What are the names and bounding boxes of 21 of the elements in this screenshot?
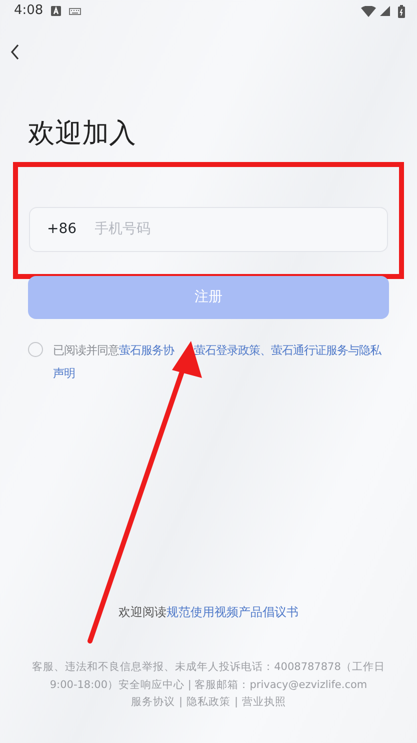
separator: | [178, 696, 182, 708]
back-icon[interactable] [10, 44, 20, 60]
keyboard-icon [69, 8, 82, 14]
page-title: 欢迎加入 [28, 118, 137, 150]
country-code[interactable]: +86 [47, 219, 77, 240]
footer-text: 9:00-18:00）安全响应中心 | 客服邮箱：privacy@ezvizlife.com [48, 678, 368, 692]
battery-icon [398, 4, 405, 18]
separator: | [234, 696, 238, 708]
signal-icon [380, 6, 390, 16]
initiative-link[interactable]: 规范使用视频产品倡议书 [166, 605, 298, 619]
footer-text: 客服、违法和不良信息举报、未成年人投诉电话：4008787878（工作日 [31, 660, 386, 675]
initiative-text: 欢迎阅读 [118, 605, 166, 619]
footer-link[interactable]: 服务协议 [130, 696, 175, 708]
footer-link[interactable]: 营业执照 [242, 696, 286, 708]
agreement-text: 已阅读并同意萤石服务协 萤石登录政策、萤石通行证服务与隐私声明 [53, 342, 382, 382]
wifi-icon [361, 6, 376, 16]
phone-field[interactable]: +86 手机号码 [29, 207, 388, 252]
footer-link[interactable]: 隐私政策 [186, 696, 230, 708]
status-time: 4:08 [14, 2, 44, 20]
notification-icon [51, 6, 62, 16]
agreement-checkbox[interactable] [28, 342, 43, 358]
